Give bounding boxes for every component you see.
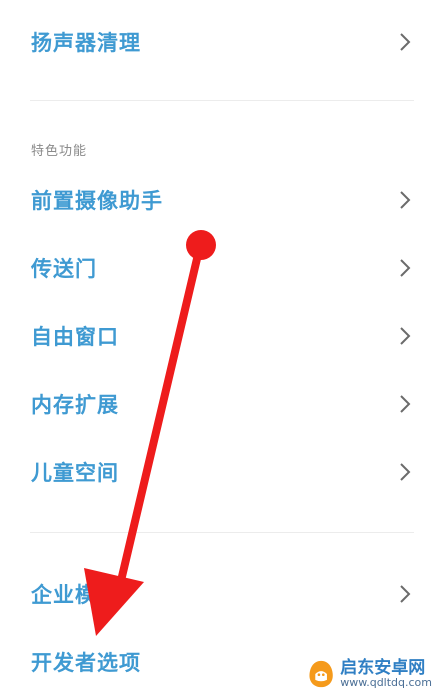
chevron-right-icon: [400, 33, 411, 51]
settings-item-front-camera-assist[interactable]: 前置摄像助手: [0, 168, 440, 232]
settings-item-portal[interactable]: 传送门: [0, 236, 440, 300]
android-logo-icon: [309, 660, 333, 688]
chevron-right-icon: [400, 327, 411, 345]
watermark-title: 启东安卓网: [340, 657, 426, 678]
watermark: 启东安卓网 www.qdltdq.com: [304, 650, 436, 698]
chevron-right-icon: [400, 191, 411, 209]
section-divider: [30, 532, 414, 533]
settings-item-label: 开发者选项: [31, 651, 141, 675]
settings-item-enterprise-mode[interactable]: 企业模: [0, 562, 440, 626]
section-divider: [30, 100, 414, 101]
settings-item-label: 前置摄像助手: [31, 189, 163, 213]
chevron-right-icon: [400, 259, 411, 277]
settings-item-label: 内存扩展: [31, 393, 119, 417]
settings-item-label: 传送门: [31, 257, 97, 281]
watermark-url: www.qdltdq.com: [340, 676, 432, 690]
settings-item-speaker-clean[interactable]: 扬声器清理: [0, 10, 440, 74]
settings-item-kids-space[interactable]: 儿童空间: [0, 440, 440, 504]
settings-item-label: 儿童空间: [31, 461, 119, 485]
section-header-special: 特色功能: [31, 144, 88, 159]
settings-item-memory-extension[interactable]: 内存扩展: [0, 372, 440, 436]
chevron-right-icon: [400, 395, 411, 413]
settings-item-free-window[interactable]: 自由窗口: [0, 304, 440, 368]
chevron-right-icon: [400, 463, 411, 481]
settings-item-label: 企业模: [31, 583, 97, 607]
settings-item-label: 扬声器清理: [31, 31, 141, 55]
settings-item-label: 自由窗口: [31, 325, 119, 349]
settings-page: 扬声器清理 特色功能 前置摄像助手 传送门 自由窗口 内存扩展 儿童空间 企业模…: [0, 0, 440, 700]
chevron-right-icon: [400, 585, 411, 603]
